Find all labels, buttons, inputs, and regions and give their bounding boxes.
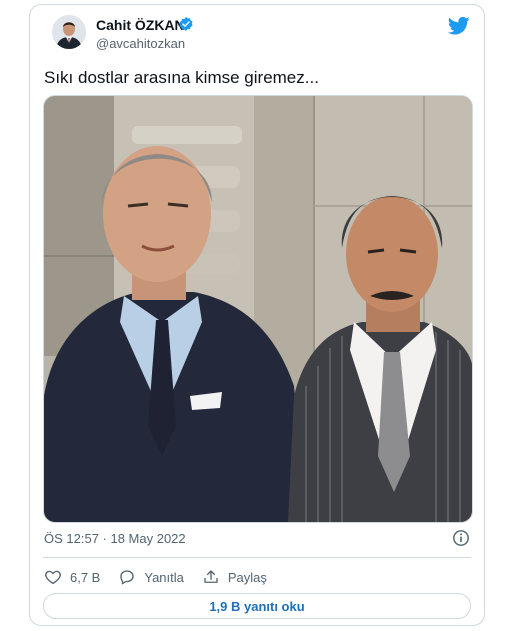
action-bar: 6,7 B Yanıtla Paylaş [44, 566, 285, 588]
read-replies-button[interactable]: 1,9 B yanıtı oku [43, 593, 471, 619]
verified-badge-icon [179, 17, 193, 31]
reply-icon [120, 570, 135, 585]
author-name[interactable]: Cahit ÖZKAN [96, 17, 185, 33]
photo-image [44, 96, 472, 522]
heart-icon [45, 570, 61, 585]
twitter-bird-icon[interactable] [448, 16, 470, 36]
divider [43, 557, 471, 558]
like-count: 6,7 B [70, 569, 101, 585]
share-icon [204, 570, 218, 583]
author-handle[interactable]: @avcahitozkan [96, 36, 185, 51]
avatar-image [52, 15, 86, 49]
tweet-photo[interactable] [43, 95, 473, 523]
share-button[interactable]: Paylaş [202, 568, 267, 586]
like-button[interactable]: 6,7 B [44, 568, 100, 586]
tweet-card[interactable]: Cahit ÖZKAN @avcahitozkan Sıkı dostlar a… [29, 4, 485, 626]
share-label: Paylaş [227, 569, 267, 585]
info-icon[interactable] [452, 529, 470, 547]
tweet-text: Sıkı dostlar arasına kimse giremez... [44, 68, 319, 87]
tweet-timestamp[interactable]: ÖS 12:57 · 18 May 2022 [44, 531, 186, 546]
reply-button[interactable]: Yanıtla [118, 568, 184, 586]
reply-label: Yanıtla [144, 569, 184, 585]
avatar[interactable] [52, 15, 86, 49]
